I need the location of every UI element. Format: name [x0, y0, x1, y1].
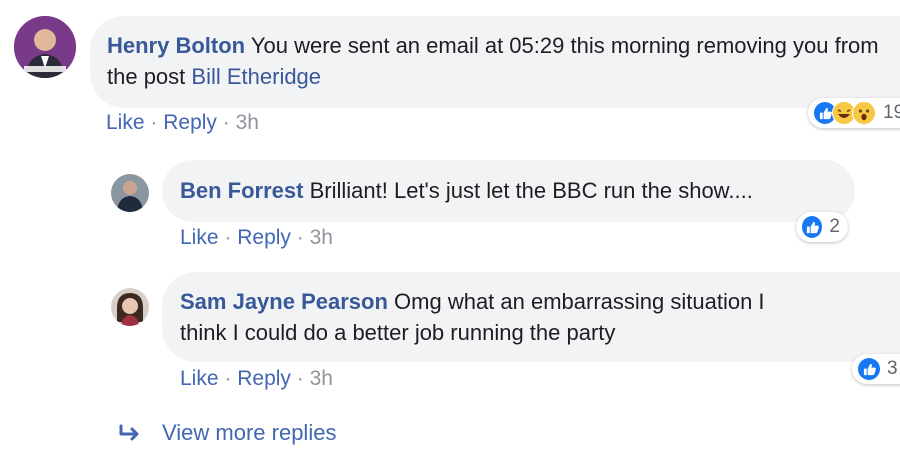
reply-link[interactable]: Reply [237, 226, 291, 249]
reactions-summary[interactable]: 19 [808, 98, 900, 128]
timestamp[interactable]: 3h [310, 226, 333, 249]
reply-arrow-icon [118, 422, 144, 444]
reaction-count: 3 [887, 358, 898, 379]
thumbs-up-icon [802, 216, 823, 238]
separator: · [224, 367, 232, 390]
like-link[interactable]: Like [180, 226, 219, 249]
avatar-sam-jayne-pearson[interactable] [111, 288, 149, 326]
comment-author[interactable]: Henry Bolton [107, 33, 245, 58]
avatar-henry-bolton[interactable] [14, 16, 76, 78]
reactions-summary[interactable]: 2 [796, 212, 848, 242]
thumbs-up-icon [858, 358, 880, 380]
avatar-ben-forrest[interactable] [111, 174, 149, 212]
comment-author[interactable]: Sam Jayne Pearson [180, 289, 388, 314]
reaction-count: 2 [829, 216, 840, 237]
reactions-summary[interactable]: 3 [852, 354, 900, 384]
separator: · [222, 111, 230, 134]
view-more-replies-link[interactable]: View more replies [118, 420, 336, 446]
comment-text: Brilliant! Let's just let the BBC run th… [309, 178, 753, 203]
reply-link[interactable]: Reply [163, 111, 217, 134]
comment-actions: Like · Reply · 3h [106, 111, 259, 135]
comment-actions: Like · Reply · 3h [180, 367, 333, 391]
comment-bubble-henry-bolton: Henry Bolton You were sent an email at 0… [90, 16, 900, 108]
comment-actions: Like · Reply · 3h [180, 226, 333, 250]
wow-emoji-icon [852, 101, 876, 125]
profile-photo [111, 174, 149, 212]
separator: · [150, 111, 158, 134]
reaction-count: 19 [883, 102, 900, 123]
comment-text-line1: Omg what an embarrassing situation I [394, 289, 765, 314]
comment-bubble-sam-jayne-pearson: Sam Jayne Pearson Omg what an embarrassi… [162, 272, 900, 362]
comment-text-line2: think I could do a better job running th… [180, 320, 616, 345]
profile-photo [14, 16, 76, 78]
comment-author[interactable]: Ben Forrest [180, 178, 303, 203]
like-link[interactable]: Like [180, 367, 219, 390]
profile-photo [111, 288, 149, 326]
separator: · [224, 226, 232, 249]
view-more-label[interactable]: View more replies [162, 420, 336, 446]
separator: · [296, 226, 304, 249]
like-link[interactable]: Like [106, 111, 145, 134]
comment-bubble-ben-forrest: Ben Forrest Brilliant! Let's just let th… [162, 160, 855, 222]
separator: · [296, 367, 304, 390]
timestamp[interactable]: 3h [236, 111, 259, 134]
reply-link[interactable]: Reply [237, 367, 291, 390]
mention-link[interactable]: Bill Etheridge [191, 64, 321, 89]
timestamp[interactable]: 3h [310, 367, 333, 390]
